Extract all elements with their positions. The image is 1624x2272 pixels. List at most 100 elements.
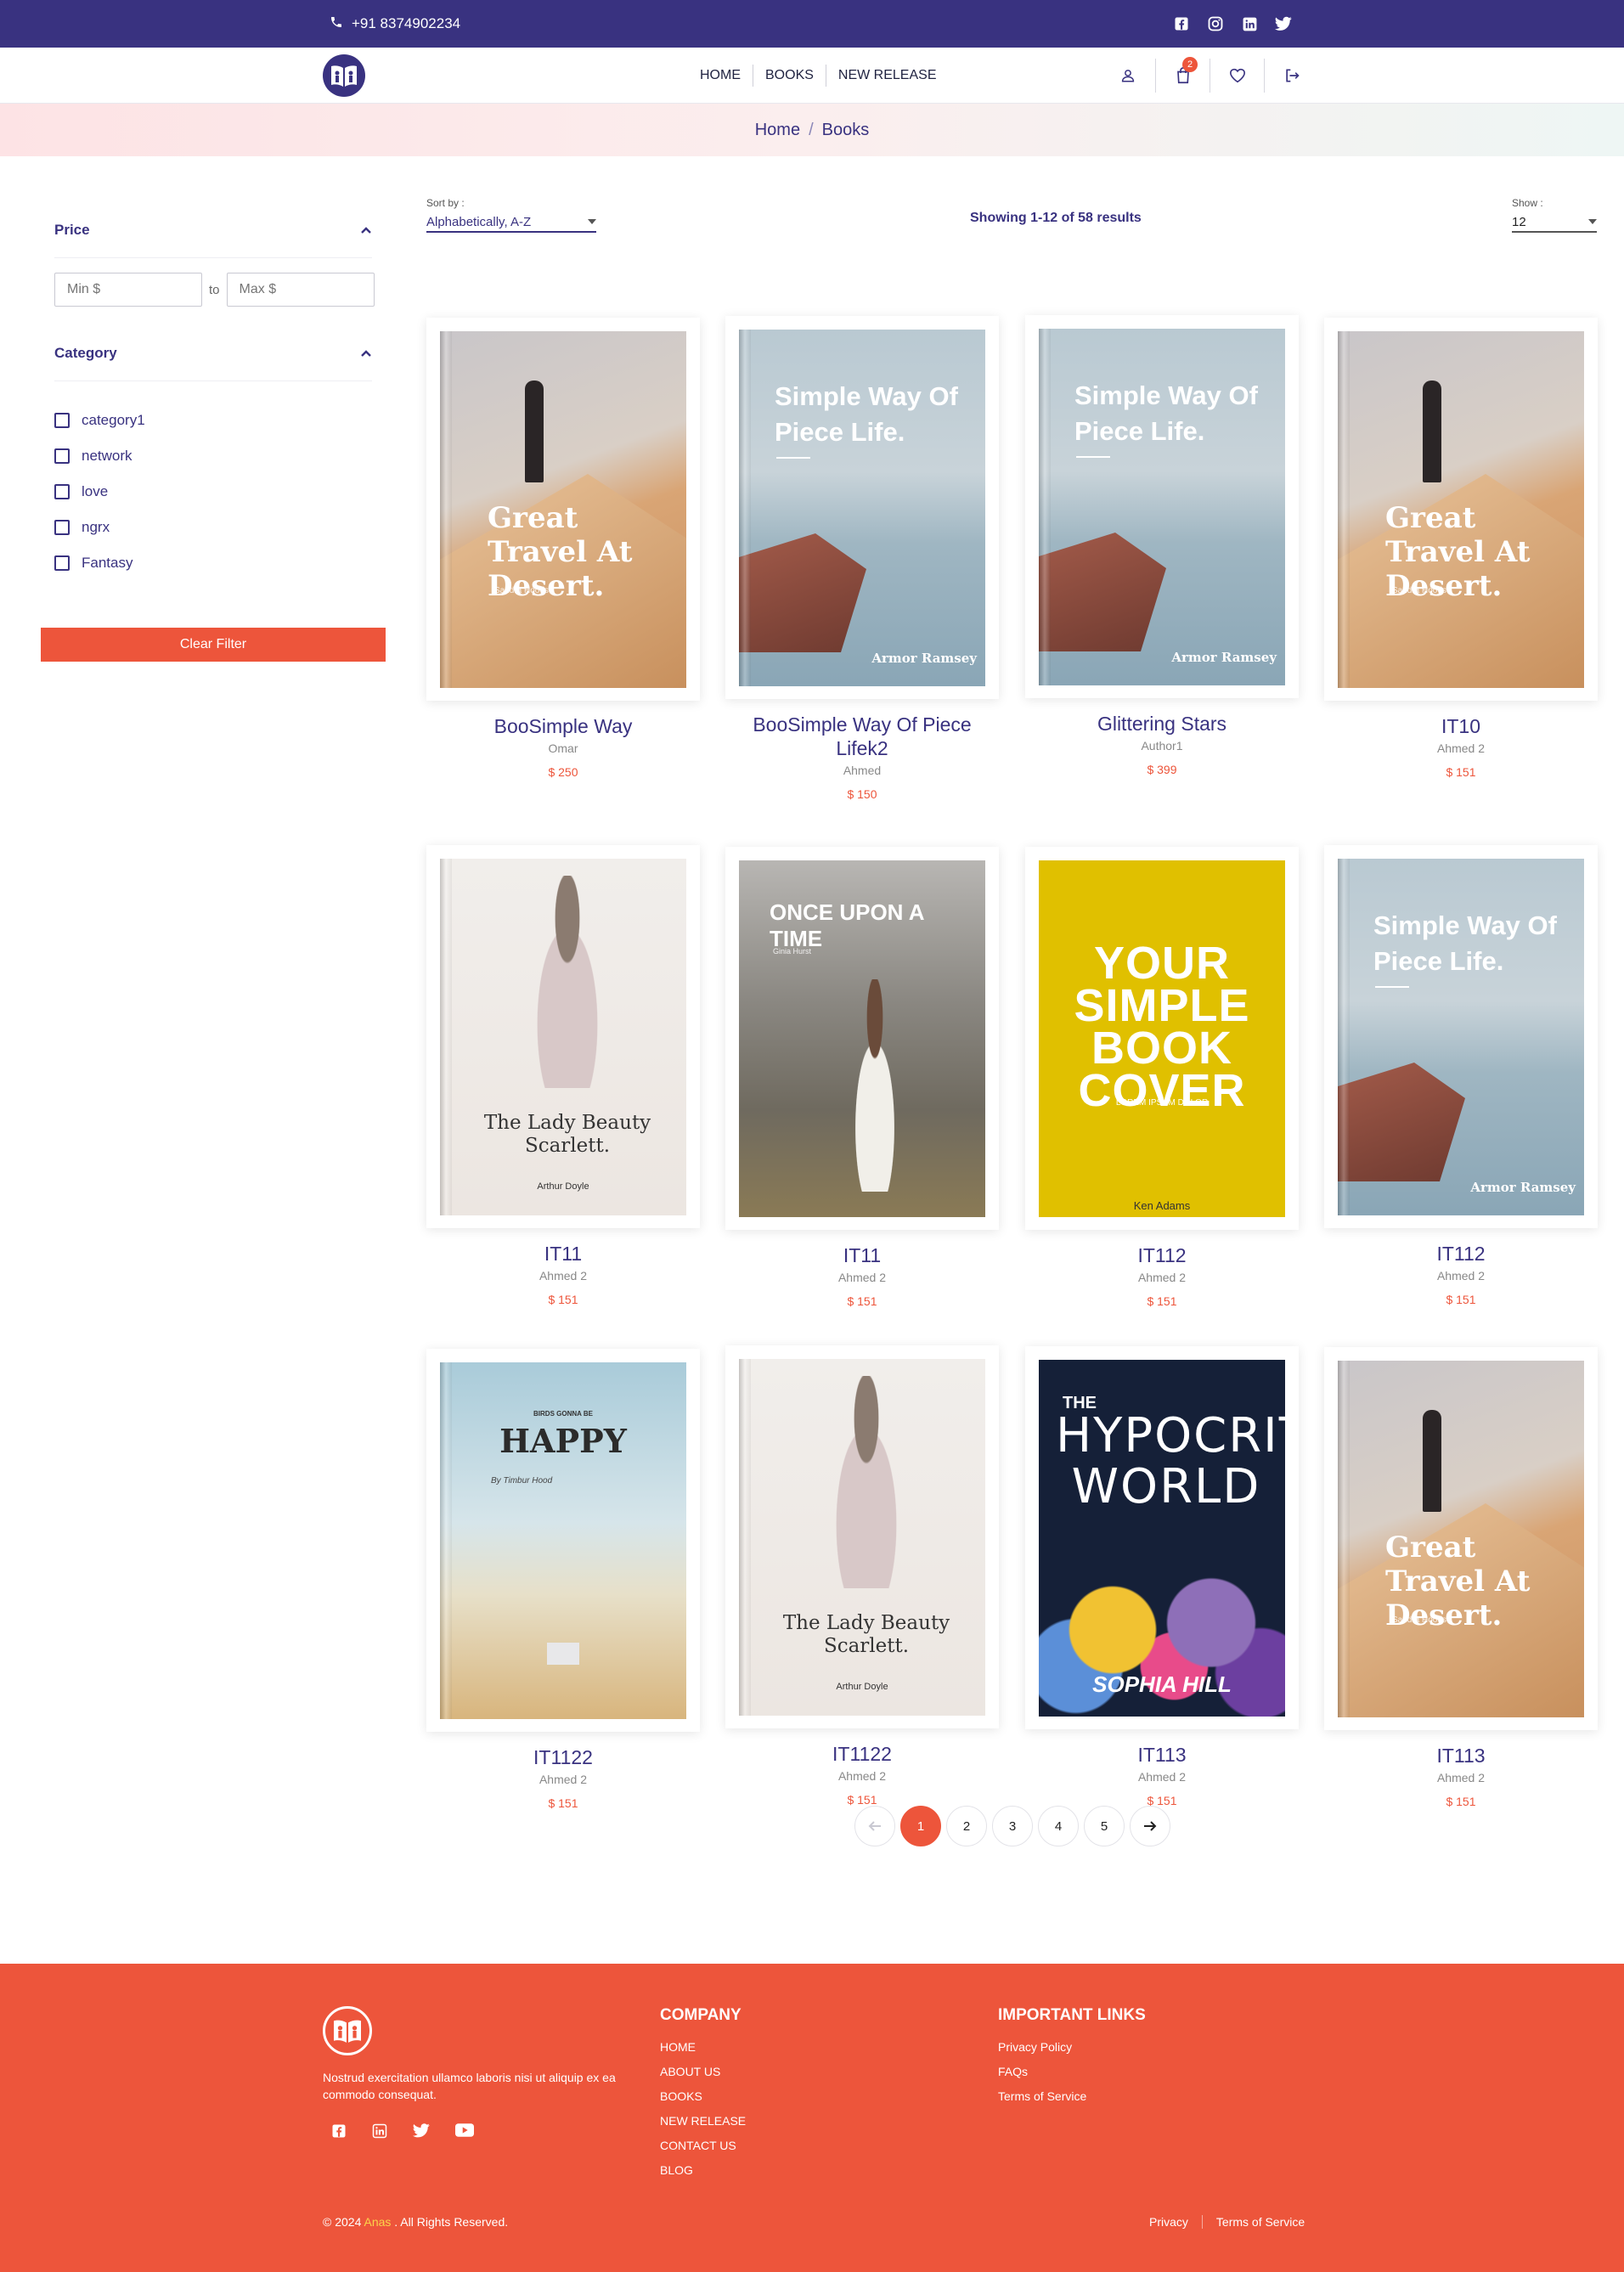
legal-link-privacy[interactable]: Privacy bbox=[1136, 2215, 1202, 2229]
checkbox[interactable] bbox=[54, 555, 70, 571]
page-button[interactable]: 1 bbox=[900, 1806, 941, 1846]
book-cover-frame[interactable]: BIRDS GONNA BE HAPPY By Timbur Hood bbox=[426, 1349, 700, 1732]
book-title[interactable]: BooSimple Way Of Piece Lifek2 bbox=[725, 713, 999, 760]
category-option[interactable]: network bbox=[54, 438, 145, 474]
book-card[interactable]: The Lady Beauty Scarlett. Arthur Doyle IT1… bbox=[426, 845, 700, 1306]
twitter-icon[interactable] bbox=[1274, 14, 1293, 33]
book-title[interactable]: IT113 bbox=[1324, 1744, 1598, 1767]
prev-page-button[interactable] bbox=[854, 1806, 895, 1846]
logout-button[interactable] bbox=[1264, 58, 1318, 93]
page-size-select[interactable]: 12 bbox=[1512, 212, 1597, 233]
category-option[interactable]: category1 bbox=[54, 403, 145, 438]
cover-author: Armor Ramsey bbox=[1470, 1180, 1576, 1195]
footer-link-new-release[interactable]: NEW RELEASE bbox=[660, 2109, 746, 2134]
footer-company-column: COMPANY HOME ABOUT US BOOKS NEW RELEASE … bbox=[660, 2006, 746, 2183]
copyright-name[interactable]: Anas bbox=[364, 2215, 391, 2229]
max-price-input[interactable] bbox=[226, 273, 375, 307]
legal-link-terms[interactable]: Terms of Service bbox=[1201, 2215, 1318, 2229]
book-cover-image: ONCE UPON A TIME Ginia Hurst bbox=[739, 860, 985, 1217]
book-card[interactable]: THEHYPOCRITE WORLDSOPHIA HILLIT113Ahmed … bbox=[1025, 1346, 1299, 1807]
facebook-icon[interactable] bbox=[331, 2123, 347, 2143]
book-card[interactable]: ONCE UPON A TIME Ginia Hurst IT11 Ahmed 2 $ … bbox=[725, 847, 999, 1308]
breadcrumb-home[interactable]: Home bbox=[755, 121, 800, 140]
book-title[interactable]: IT11 bbox=[725, 1243, 999, 1267]
book-cover-frame[interactable]: Simple Way Of Piece Life. Armor Ramsey bbox=[1324, 845, 1598, 1228]
book-title[interactable]: IT11 bbox=[426, 1242, 700, 1266]
cart-button[interactable]: 2 bbox=[1155, 56, 1210, 93]
checkbox[interactable] bbox=[54, 520, 70, 535]
facebook-icon[interactable] bbox=[1172, 14, 1191, 33]
book-title[interactable]: Glittering Stars bbox=[1025, 712, 1299, 736]
footer-link-about[interactable]: ABOUT US bbox=[660, 2060, 746, 2084]
book-price: $ 151 bbox=[548, 1293, 578, 1306]
book-cover-frame[interactable]: Great Travel At Desert. Sandra Hoods bbox=[426, 318, 700, 701]
book-card[interactable]: Simple Way Of Piece Life. Armor Ramsey IT1… bbox=[1324, 845, 1598, 1306]
nav-item-home[interactable]: HOME bbox=[688, 65, 753, 87]
site-logo[interactable] bbox=[323, 54, 365, 97]
category-option[interactable]: Fantasy bbox=[54, 545, 145, 581]
book-card[interactable]: Great Travel At Desert. Sandra Hoods BooSi… bbox=[426, 318, 700, 779]
book-title[interactable]: IT1122 bbox=[426, 1745, 700, 1769]
footer-link-faqs[interactable]: FAQs bbox=[998, 2060, 1146, 2084]
footer-link-terms[interactable]: Terms of Service bbox=[998, 2084, 1146, 2109]
footer-link-contact[interactable]: CONTACT US bbox=[660, 2134, 746, 2158]
book-cover-frame[interactable]: Great Travel At Desert. Sandra Hoods bbox=[1324, 318, 1598, 701]
sort-label: Sort by : bbox=[426, 197, 465, 209]
page-button[interactable]: 4 bbox=[1038, 1806, 1079, 1846]
book-title[interactable]: BooSimple Way bbox=[426, 714, 700, 738]
book-cover-frame[interactable]: Simple Way Of Piece Life. Armor Ramsey bbox=[1025, 315, 1299, 698]
twitter-icon[interactable] bbox=[413, 2123, 430, 2143]
book-cover-frame[interactable]: The Lady Beauty Scarlett. Arthur Doyle bbox=[725, 1345, 999, 1728]
phone-contact[interactable]: +91 8374902234 bbox=[330, 15, 460, 33]
category-option[interactable]: ngrx bbox=[54, 510, 145, 545]
checkbox[interactable] bbox=[54, 413, 70, 428]
page-button[interactable]: 3 bbox=[992, 1806, 1033, 1846]
book-card[interactable]: Great Travel At Desert. Sandra Hoods IT10 A… bbox=[1324, 318, 1598, 779]
checkbox[interactable] bbox=[54, 448, 70, 464]
clear-filter-button[interactable]: Clear Filter bbox=[41, 628, 386, 662]
footer-link-privacy-policy[interactable]: Privacy Policy bbox=[998, 2035, 1146, 2060]
book-card[interactable]: Simple Way Of Piece Life. Armor Ramsey Boo… bbox=[725, 316, 999, 801]
book-title[interactable]: IT112 bbox=[1025, 1243, 1299, 1267]
book-cover-frame[interactable]: ONCE UPON A TIME Ginia Hurst bbox=[725, 847, 999, 1230]
book-cover-frame[interactable]: THEHYPOCRITE WORLDSOPHIA HILL bbox=[1025, 1346, 1299, 1729]
book-title[interactable]: IT1122 bbox=[725, 1742, 999, 1766]
next-page-button[interactable] bbox=[1130, 1806, 1170, 1846]
footer-about: Nostrud exercitation ullamco laboris nis… bbox=[323, 2071, 616, 2101]
book-cover-image: Great Travel At Desert. Sandra Hoods bbox=[440, 331, 686, 688]
book-card[interactable]: YOUR SIMPLE BOOK COVER LOREM IPSUM DOLOR K… bbox=[1025, 847, 1299, 1308]
footer-link-books[interactable]: BOOKS bbox=[660, 2084, 746, 2109]
nav-item-new-release[interactable]: NEW RELEASE bbox=[825, 64, 949, 87]
book-card[interactable]: Simple Way Of Piece Life. Armor Ramsey Gli… bbox=[1025, 315, 1299, 776]
cover-title: Simple Way Of Piece Life. bbox=[775, 381, 958, 447]
book-title[interactable]: IT10 bbox=[1324, 714, 1598, 738]
book-card[interactable]: Great Travel At Desert. Sandra Hoods IT113… bbox=[1324, 1347, 1598, 1808]
linkedin-icon[interactable] bbox=[372, 2123, 387, 2143]
book-card[interactable]: The Lady Beauty Scarlett. Arthur Doyle IT1… bbox=[725, 1345, 999, 1807]
book-cover-frame[interactable]: Simple Way Of Piece Life. Armor Ramsey bbox=[725, 316, 999, 699]
book-cover-frame[interactable]: Great Travel At Desert. Sandra Hoods bbox=[1324, 1347, 1598, 1730]
nav-item-books[interactable]: BOOKS bbox=[753, 64, 826, 87]
instagram-icon[interactable] bbox=[1206, 14, 1225, 33]
checkbox[interactable] bbox=[54, 484, 70, 499]
category-filter-header[interactable]: Category bbox=[54, 345, 372, 381]
category-option[interactable]: love bbox=[54, 474, 145, 510]
price-filter-header[interactable]: Price bbox=[54, 222, 372, 258]
book-cover-frame[interactable]: The Lady Beauty Scarlett. Arthur Doyle bbox=[426, 845, 700, 1228]
account-button[interactable] bbox=[1101, 59, 1155, 93]
book-card[interactable]: BIRDS GONNA BE HAPPY By Timbur Hood IT1122 A… bbox=[426, 1349, 700, 1810]
linkedin-icon[interactable] bbox=[1240, 14, 1259, 33]
sort-select[interactable]: Alphabetically, A-Z bbox=[426, 212, 596, 233]
book-cover-frame[interactable]: YOUR SIMPLE BOOK COVER LOREM IPSUM DOLOR K… bbox=[1025, 847, 1299, 1230]
footer-logo[interactable] bbox=[323, 2006, 372, 2055]
youtube-icon[interactable] bbox=[455, 2123, 474, 2143]
book-cover-image: THEHYPOCRITE WORLDSOPHIA HILL bbox=[1039, 1360, 1285, 1717]
footer-link-home[interactable]: HOME bbox=[660, 2035, 746, 2060]
page-button[interactable]: 2 bbox=[946, 1806, 987, 1846]
footer-link-blog[interactable]: BLOG bbox=[660, 2158, 746, 2183]
book-title[interactable]: IT113 bbox=[1025, 1743, 1299, 1767]
page-button[interactable]: 5 bbox=[1084, 1806, 1125, 1846]
book-title[interactable]: IT112 bbox=[1324, 1242, 1598, 1266]
min-price-input[interactable] bbox=[54, 273, 202, 307]
wishlist-button[interactable] bbox=[1210, 58, 1264, 93]
